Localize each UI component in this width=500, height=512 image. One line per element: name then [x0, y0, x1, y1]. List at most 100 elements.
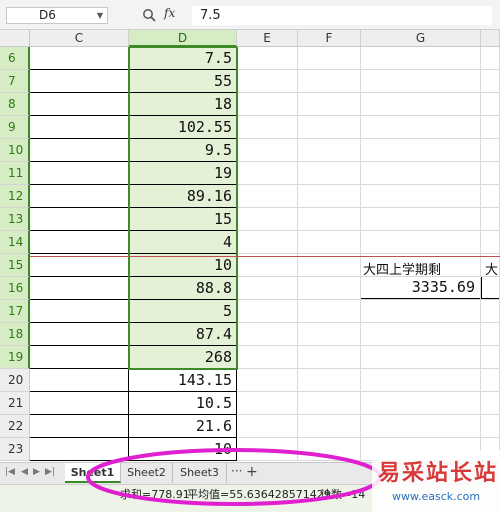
empty-cell[interactable]	[481, 369, 500, 392]
row-header[interactable]: 9	[0, 116, 30, 139]
empty-cell[interactable]	[481, 346, 500, 369]
cell-d[interactable]: 102.55	[129, 116, 237, 139]
row-header[interactable]: 10	[0, 139, 30, 162]
empty-cell[interactable]	[298, 185, 361, 208]
row-header[interactable]: 23	[0, 438, 30, 461]
empty-cell[interactable]	[361, 254, 481, 277]
empty-cell[interactable]	[481, 208, 500, 231]
empty-cell[interactable]	[361, 231, 481, 254]
last-sheet-icon[interactable]: ▶|	[45, 467, 55, 477]
first-sheet-icon[interactable]: |◀	[5, 467, 15, 477]
row-header[interactable]: 19	[0, 346, 30, 369]
empty-cell[interactable]	[298, 116, 361, 139]
empty-cell[interactable]	[237, 346, 298, 369]
cell-d[interactable]: 10.5	[129, 392, 237, 415]
empty-cell[interactable]	[298, 438, 361, 461]
row-header[interactable]: 11	[0, 162, 30, 185]
empty-cell[interactable]	[298, 208, 361, 231]
cell-d[interactable]: 10	[129, 254, 237, 277]
empty-cell[interactable]	[481, 93, 500, 116]
cell-c[interactable]	[30, 392, 129, 415]
row-header[interactable]: 22	[0, 415, 30, 438]
empty-cell[interactable]	[237, 185, 298, 208]
empty-cell[interactable]	[481, 116, 500, 139]
empty-cell[interactable]	[298, 47, 361, 70]
name-box[interactable]: D6 ▼	[6, 7, 108, 24]
empty-cell[interactable]	[481, 47, 500, 70]
empty-cell[interactable]	[237, 323, 298, 346]
empty-cell[interactable]	[298, 162, 361, 185]
row-header[interactable]: 7	[0, 70, 30, 93]
cell-c[interactable]	[30, 70, 129, 93]
cell-c[interactable]	[30, 369, 129, 392]
cell-c[interactable]	[30, 323, 129, 346]
empty-cell[interactable]	[481, 323, 500, 346]
chevron-down-icon[interactable]: ▼	[97, 8, 103, 23]
next-sheet-icon[interactable]: ▶	[33, 467, 40, 477]
empty-cell[interactable]	[481, 392, 500, 415]
empty-cell[interactable]	[237, 139, 298, 162]
cell-c[interactable]	[30, 47, 129, 70]
row-header[interactable]: 13	[0, 208, 30, 231]
cell-d[interactable]: 10	[129, 438, 237, 461]
empty-cell[interactable]	[361, 93, 481, 116]
sheet-tab-2[interactable]: Sheet2	[121, 463, 173, 483]
empty-cell[interactable]	[481, 277, 500, 300]
fx-icon[interactable]: fx	[164, 6, 175, 20]
empty-cell[interactable]	[298, 300, 361, 323]
sheet-tab-1[interactable]: Sheet1	[65, 463, 121, 483]
empty-cell[interactable]	[481, 185, 500, 208]
select-all-corner[interactable]	[0, 30, 30, 47]
empty-cell[interactable]	[361, 162, 481, 185]
row-header[interactable]: 6	[0, 47, 30, 70]
cell-d[interactable]: 88.8	[129, 277, 237, 300]
cell-d[interactable]: 9.5	[129, 139, 237, 162]
empty-cell[interactable]	[481, 70, 500, 93]
empty-cell[interactable]	[298, 93, 361, 116]
row-header[interactable]: 21	[0, 392, 30, 415]
row-header[interactable]: 18	[0, 323, 30, 346]
empty-cell[interactable]	[237, 116, 298, 139]
cell-c[interactable]	[30, 185, 129, 208]
row-header[interactable]: 20	[0, 369, 30, 392]
cell-d[interactable]: 19	[129, 162, 237, 185]
cell-d[interactable]: 7.5	[129, 47, 237, 70]
empty-cell[interactable]	[298, 70, 361, 93]
cell-d[interactable]: 4	[129, 231, 237, 254]
empty-cell[interactable]	[361, 300, 481, 323]
cell-c[interactable]	[30, 277, 129, 300]
cell-c[interactable]	[30, 346, 129, 369]
empty-cell[interactable]	[298, 346, 361, 369]
more-tabs-icon[interactable]: ···	[231, 464, 242, 478]
cell-c[interactable]	[30, 139, 129, 162]
empty-cell[interactable]	[361, 277, 481, 300]
cell-c[interactable]	[30, 162, 129, 185]
prev-sheet-icon[interactable]: ◀	[21, 467, 28, 477]
empty-cell[interactable]	[298, 254, 361, 277]
empty-cell[interactable]	[237, 392, 298, 415]
empty-cell[interactable]	[481, 162, 500, 185]
cell-c[interactable]	[30, 254, 129, 277]
empty-cell[interactable]	[298, 231, 361, 254]
empty-cell[interactable]	[481, 300, 500, 323]
empty-cell[interactable]	[361, 392, 481, 415]
row-header[interactable]: 15	[0, 254, 30, 277]
empty-cell[interactable]	[298, 415, 361, 438]
cell-d[interactable]: 21.6	[129, 415, 237, 438]
cell-c[interactable]	[30, 438, 129, 461]
zoom-icon[interactable]	[142, 8, 156, 22]
empty-cell[interactable]	[237, 369, 298, 392]
empty-cell[interactable]	[237, 47, 298, 70]
empty-cell[interactable]	[298, 277, 361, 300]
row-header[interactable]: 12	[0, 185, 30, 208]
cell-c[interactable]	[30, 116, 129, 139]
cell-c[interactable]	[30, 415, 129, 438]
empty-cell[interactable]	[481, 415, 500, 438]
empty-cell[interactable]	[237, 415, 298, 438]
empty-cell[interactable]	[237, 162, 298, 185]
empty-cell[interactable]	[298, 392, 361, 415]
formula-input[interactable]: 7.5	[192, 6, 492, 25]
empty-cell[interactable]	[298, 323, 361, 346]
empty-cell[interactable]	[361, 185, 481, 208]
column-header-e[interactable]: E	[237, 30, 298, 47]
